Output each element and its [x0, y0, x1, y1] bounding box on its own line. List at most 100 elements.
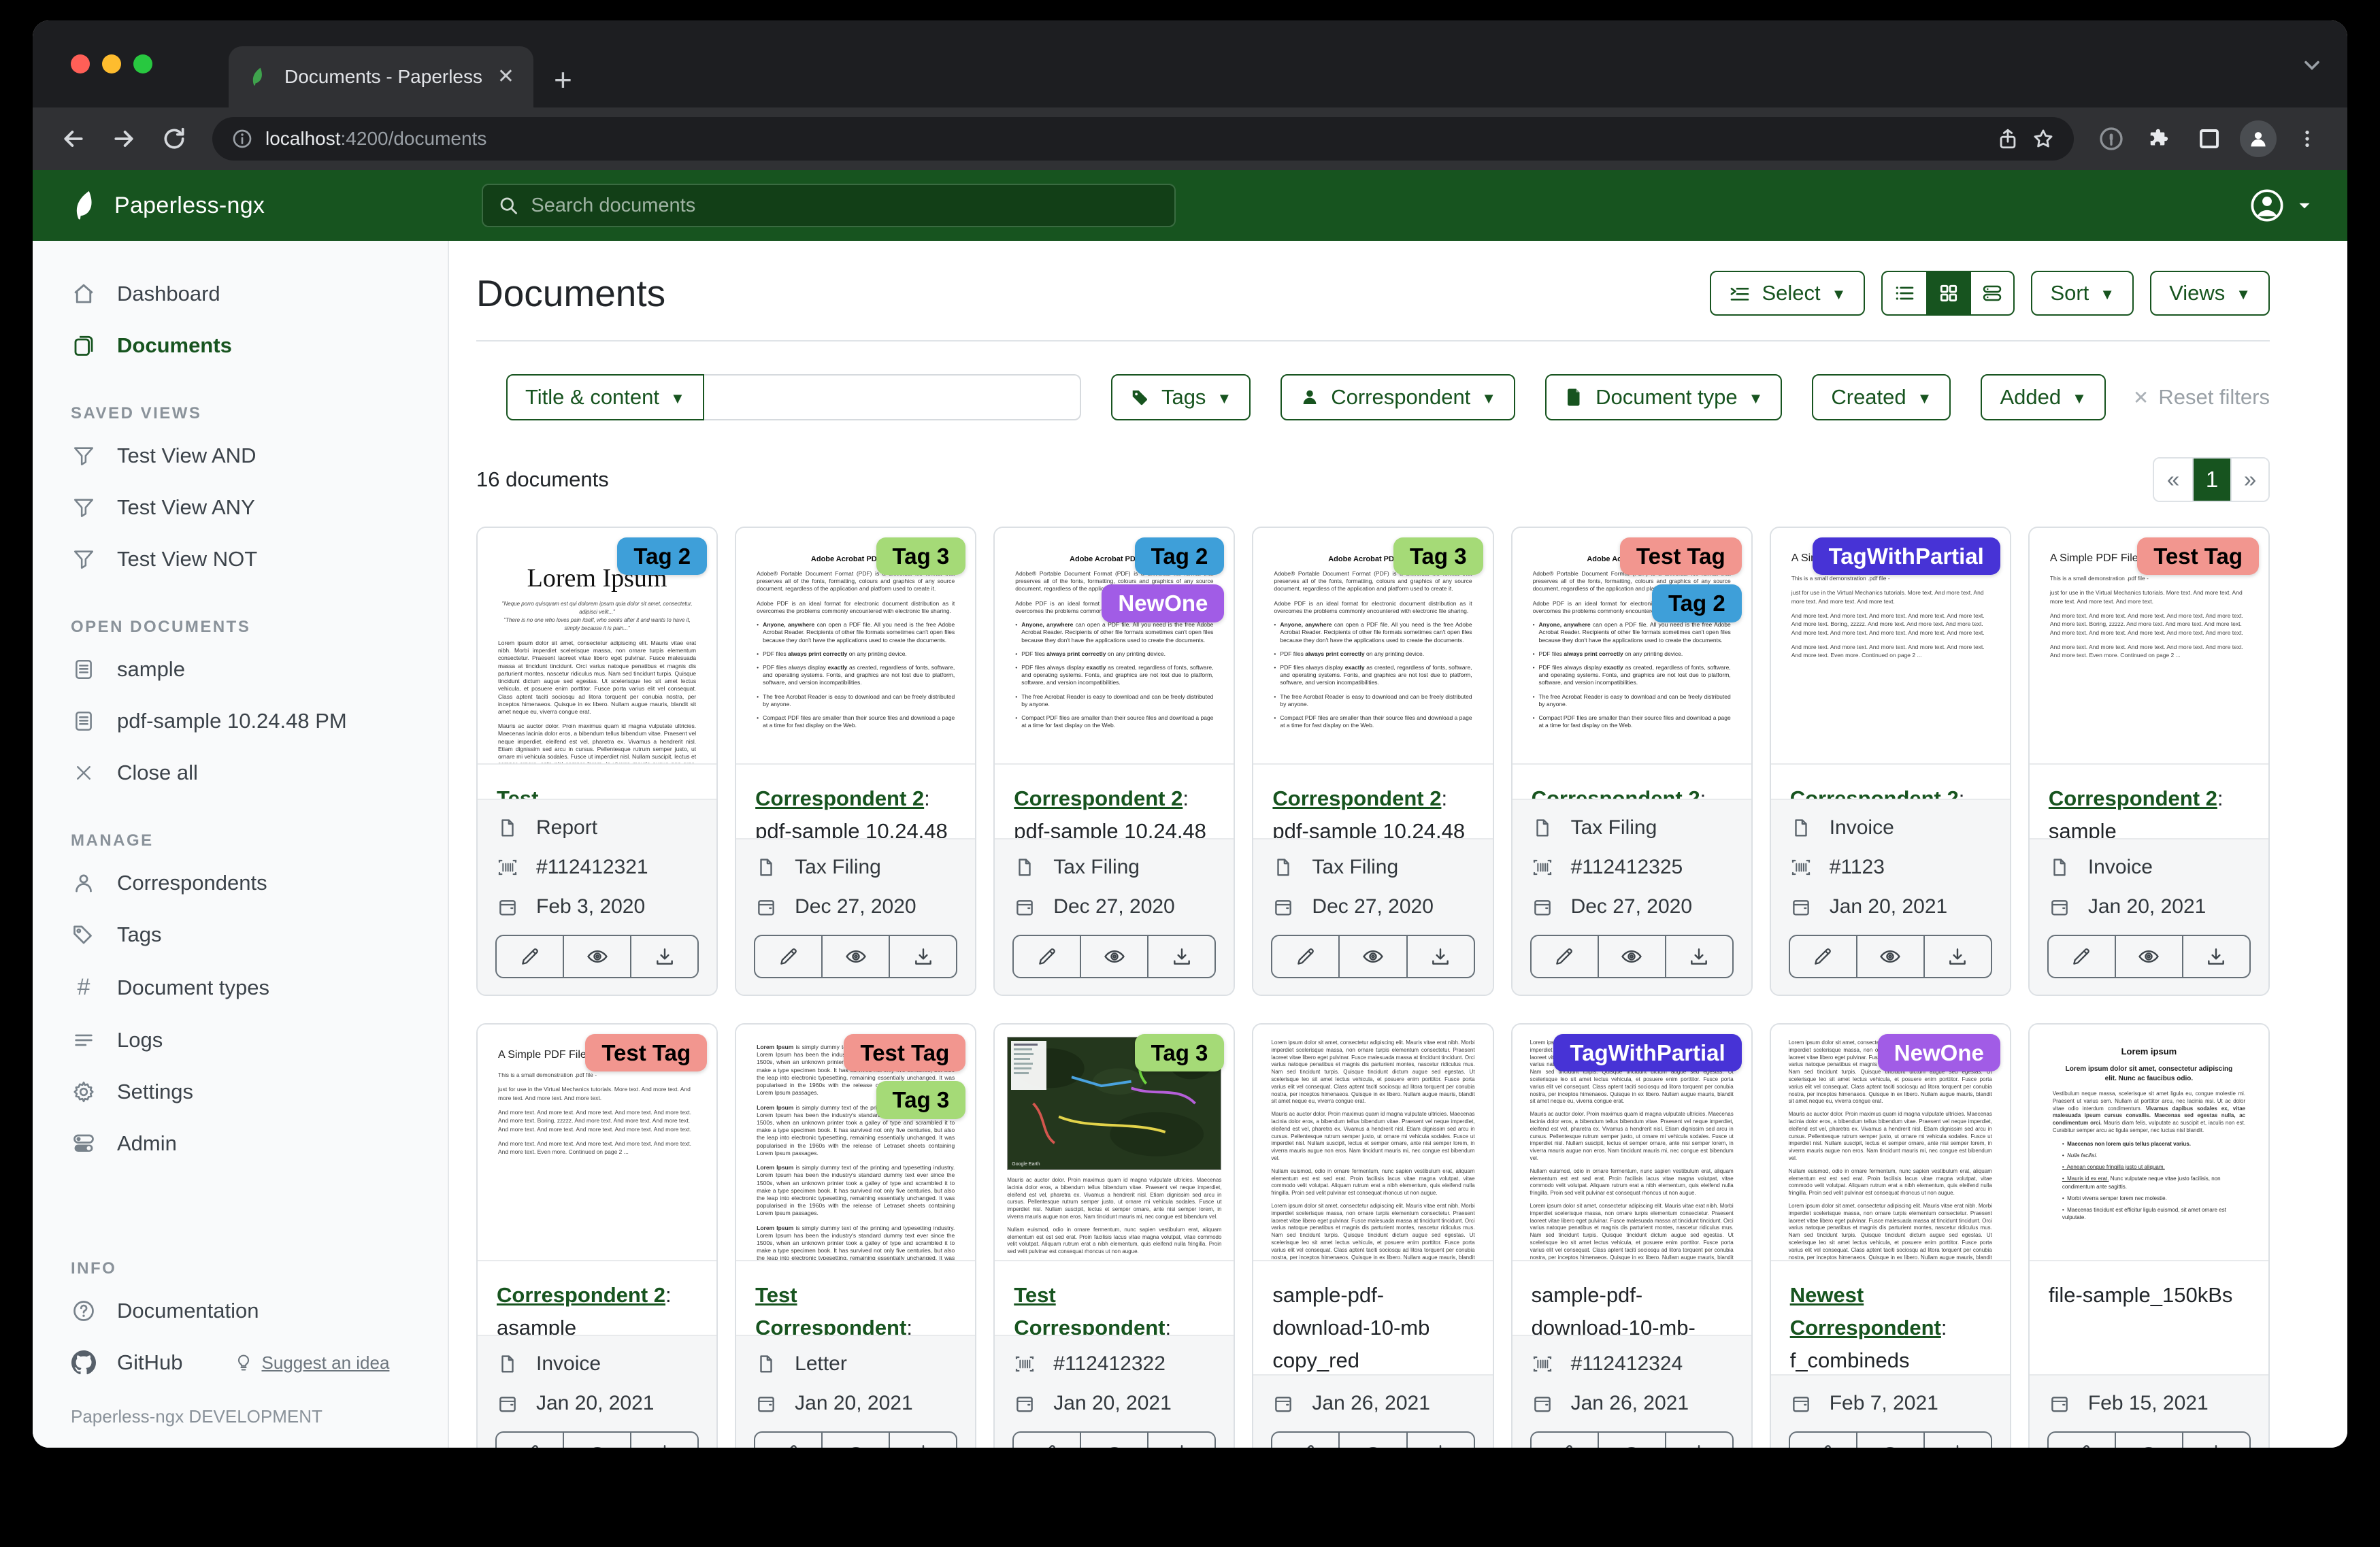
download-button[interactable]	[1147, 1433, 1214, 1448]
document-card[interactable]: A Simple PDF FileThis is a small demonst…	[476, 1023, 718, 1448]
filter-text-input[interactable]	[704, 374, 1081, 420]
sidebar-item-documents[interactable]: Documents	[33, 320, 448, 371]
download-button[interactable]	[630, 936, 697, 977]
browser-menu-icon[interactable]	[2286, 128, 2328, 150]
tag-badge[interactable]: Tag 2	[1652, 584, 1742, 622]
view-list-button[interactable]	[1883, 272, 1926, 314]
document-card[interactable]: Adobe Acrobat PDF Files Adobe® Portable …	[993, 527, 1235, 996]
correspondent-link[interactable]: Correspondent 2	[755, 786, 924, 810]
reset-filters-link[interactable]: ✕ Reset filters	[2133, 374, 2270, 420]
edit-button[interactable]	[1790, 936, 1856, 977]
sidebar-item-github[interactable]: GitHub Suggest an idea	[33, 1337, 448, 1388]
view-button[interactable]	[2115, 1433, 2182, 1448]
document-card[interactable]: Lorem Ipsum "Neque porro quisquam est qu…	[476, 527, 718, 996]
download-button[interactable]	[1665, 1433, 1732, 1448]
zoom-window-button[interactable]	[133, 54, 152, 73]
filter-document-type-button[interactable]: Document type▼	[1545, 374, 1782, 420]
download-button[interactable]	[889, 936, 956, 977]
edit-button[interactable]	[1014, 1433, 1080, 1448]
view-button[interactable]	[1338, 936, 1406, 977]
filter-field-dropdown-button[interactable]: Title & content▼	[506, 374, 704, 420]
tab-close-icon[interactable]: ✕	[497, 67, 514, 87]
sidebar-item-test-view-not[interactable]: Test View NOT	[33, 533, 448, 585]
download-button[interactable]	[630, 1433, 697, 1448]
site-info-icon[interactable]	[231, 128, 253, 150]
sidebar-item-correspondents[interactable]: Correspondents	[33, 857, 448, 909]
sidebar-item-test-view-any[interactable]: Test View ANY	[33, 482, 448, 533]
view-grid-button[interactable]	[1926, 272, 1970, 314]
download-button[interactable]	[1923, 1433, 1991, 1448]
download-button[interactable]	[2182, 1433, 2249, 1448]
document-card[interactable]: Lorem ipsum dolor sit amet, consectetur …	[1252, 1023, 1493, 1448]
suggest-an-idea-link[interactable]: Suggest an idea	[234, 1352, 389, 1374]
document-card[interactable]: Google Earth Mauris ac auctor dolor. Pro…	[993, 1023, 1235, 1448]
browser-profile-avatar[interactable]	[2237, 120, 2279, 157]
side-panel-icon[interactable]	[2188, 127, 2230, 151]
user-menu[interactable]	[2249, 188, 2313, 223]
view-button[interactable]	[1856, 936, 1923, 977]
sidebar-item-admin[interactable]: Admin	[33, 1118, 448, 1169]
tag-badge[interactable]: TagWithPartial	[1553, 1034, 1741, 1071]
edit-button[interactable]	[2049, 936, 2115, 977]
view-button[interactable]	[563, 936, 630, 977]
sidebar-item-document-types[interactable]: # Document types	[33, 961, 448, 1014]
document-preview[interactable]: Lorem ipsum Lorem ipsum dolor sit amet, …	[2030, 1025, 2268, 1261]
download-button[interactable]	[1923, 936, 1991, 977]
address-bar[interactable]: localhost:4200/documents	[212, 117, 2074, 161]
browser-tab[interactable]: Documents - Paperless-ngx ✕	[229, 46, 533, 107]
minimize-window-button[interactable]	[102, 54, 121, 73]
sidebar-item-tags[interactable]: Tags	[33, 909, 448, 961]
document-card[interactable]: Adobe Acrobat PDF Files Adobe® Portable …	[1511, 527, 1753, 996]
filter-added-button[interactable]: Added▼	[1981, 374, 2105, 420]
sort-dropdown-button[interactable]: Sort▼	[2031, 271, 2134, 316]
sidebar-item-documentation[interactable]: Documentation	[33, 1285, 448, 1337]
view-button[interactable]	[1080, 936, 1147, 977]
filter-correspondent-button[interactable]: Correspondent▼	[1280, 374, 1515, 420]
document-card[interactable]: Lorem Ipsum is simply dummy text of the …	[735, 1023, 976, 1448]
edit-button[interactable]	[2049, 1433, 2115, 1448]
tab-search-chevron-icon[interactable]	[2300, 53, 2324, 81]
view-detail-button[interactable]	[1970, 272, 2013, 314]
edit-button[interactable]	[755, 936, 821, 977]
download-button[interactable]	[2182, 936, 2249, 977]
view-button[interactable]	[1598, 1433, 1665, 1448]
view-button[interactable]	[1338, 1433, 1406, 1448]
correspondent-link[interactable]: Test Correspondent	[1014, 1283, 1165, 1335]
document-card[interactable]: A Simple PDF FileThis is a small demonst…	[2028, 527, 2270, 996]
page-next-button[interactable]: »	[2230, 459, 2268, 501]
forward-button[interactable]	[102, 125, 146, 152]
view-button[interactable]	[821, 1433, 889, 1448]
sidebar-item-test-view-and[interactable]: Test View AND	[33, 430, 448, 482]
correspondent-link[interactable]: Correspondent 2	[497, 1283, 665, 1307]
tag-badge[interactable]: Tag 3	[876, 1081, 966, 1118]
sidebar-item-dashboard[interactable]: Dashboard	[33, 268, 448, 320]
password-manager-icon[interactable]	[2090, 125, 2132, 152]
download-button[interactable]	[1665, 936, 1732, 977]
tag-badge[interactable]: Tag 2	[1135, 537, 1225, 575]
page-current[interactable]: 1	[2192, 459, 2230, 501]
view-button[interactable]	[1598, 936, 1665, 977]
download-button[interactable]	[1147, 936, 1214, 977]
document-preview[interactable]: Lorem ipsum dolor sit amet, consectetur …	[1253, 1025, 1492, 1261]
sidebar-item-close-all[interactable]: Close all	[33, 747, 448, 799]
filter-created-button[interactable]: Created▼	[1812, 374, 1951, 420]
edit-button[interactable]	[497, 936, 563, 977]
tag-badge[interactable]: Tag 3	[1393, 537, 1483, 575]
edit-button[interactable]	[1532, 936, 1598, 977]
view-button[interactable]	[1080, 1433, 1147, 1448]
tag-badge[interactable]: Test Tag	[2137, 537, 2259, 575]
view-button[interactable]	[563, 1433, 630, 1448]
correspondent-link[interactable]: Correspondent 2	[1272, 786, 1441, 810]
edit-button[interactable]	[1532, 1433, 1598, 1448]
close-window-button[interactable]	[71, 54, 90, 73]
edit-button[interactable]	[755, 1433, 821, 1448]
document-card[interactable]: Adobe Acrobat PDF Files Adobe® Portable …	[735, 527, 976, 996]
document-card[interactable]: Lorem ipsum dolor sit amet, consectetur …	[1511, 1023, 1753, 1448]
tag-badge[interactable]: Test Tag	[844, 1034, 965, 1071]
correspondent-link[interactable]: Test Correspondent	[497, 786, 648, 799]
edit-button[interactable]	[1272, 1433, 1338, 1448]
extensions-puzzle-icon[interactable]	[2139, 126, 2181, 152]
app-brand[interactable]: Paperless-ngx	[33, 190, 449, 221]
edit-button[interactable]	[1790, 1433, 1856, 1448]
correspondent-link[interactable]: Correspondent 2	[1532, 786, 1700, 799]
